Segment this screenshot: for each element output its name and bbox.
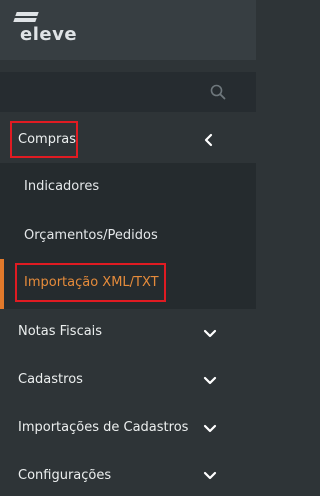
menu-item-label: Cadastros (18, 372, 83, 387)
menu-item-importacoes-de-cadastros[interactable]: Importações de Cadastros (0, 405, 256, 453)
logo-text: eleve (20, 24, 78, 45)
submenu-item-label: Indicadores (24, 179, 100, 194)
menu-item-label: Configurações (18, 468, 112, 483)
chevron-down-icon[interactable] (203, 327, 217, 341)
chevron-down-icon[interactable] (203, 469, 217, 483)
submenu-item-orcamentos-pedidos[interactable]: Orçamentos/Pedidos (0, 211, 256, 259)
chevron-down-icon[interactable] (203, 374, 217, 388)
submenu-item-label: Orçamentos/Pedidos (24, 228, 158, 243)
sidebar: eleve Compras Indicadores Orçamentos/Ped… (0, 0, 256, 496)
submenu-item-indicadores[interactable]: Indicadores (0, 163, 256, 211)
highlight-box-compras (10, 121, 78, 158)
menu-item-cadastros[interactable]: Cadastros (0, 357, 256, 405)
menu-item-configuracoes[interactable]: Configurações (0, 453, 256, 496)
highlight-box-importacao (15, 263, 166, 302)
search-icon[interactable] (210, 84, 226, 100)
logo-area[interactable]: eleve (0, 0, 256, 60)
chevron-left-icon[interactable] (202, 133, 216, 147)
search-bar[interactable] (0, 72, 256, 112)
chevron-down-icon[interactable] (203, 422, 217, 436)
menu-item-notas-fiscais[interactable]: Notas Fiscais (0, 309, 256, 357)
menu-item-label: Importações de Cadastros (18, 420, 189, 435)
active-indicator (0, 259, 4, 309)
menu-item-label: Notas Fiscais (18, 324, 103, 339)
